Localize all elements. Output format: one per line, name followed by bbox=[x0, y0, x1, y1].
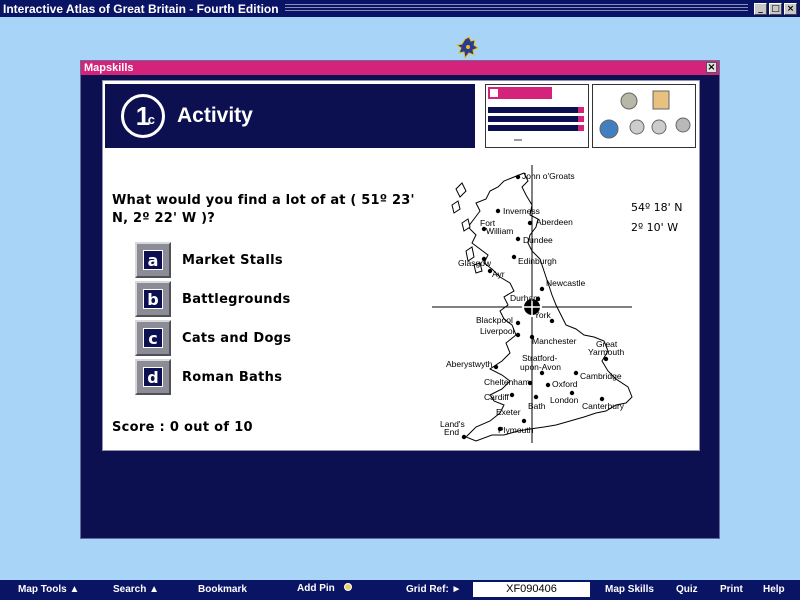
atlas-logo-icon bbox=[455, 36, 480, 60]
question-text: What would you find a lot of at ( 51º 23… bbox=[112, 193, 415, 226]
activity-badge-letter: c bbox=[147, 112, 155, 127]
answer-b-letter: b bbox=[143, 289, 163, 309]
answer-b-label: Battlegrounds bbox=[182, 291, 291, 307]
britain-map[interactable]: John o'Groats Inverness Aberdeen Fort Wi… bbox=[432, 165, 698, 450]
add-pin-label: Add Pin bbox=[297, 583, 335, 594]
label-durham: Durham bbox=[510, 293, 540, 303]
answer-d-key[interactable]: d bbox=[135, 359, 171, 395]
mapskills-title-bar: Mapskills × bbox=[81, 61, 719, 75]
label-cambridge: Cambridge bbox=[580, 371, 622, 381]
label-aberystwyth: Aberystwyth bbox=[446, 359, 493, 369]
answer-b-button[interactable]: b Battlegrounds bbox=[135, 281, 425, 317]
label-plymouth: Plymouth bbox=[498, 425, 534, 435]
label-york: York bbox=[534, 310, 551, 320]
label-cheltenham: Cheltenham bbox=[484, 377, 530, 387]
label-oxford: Oxford bbox=[552, 379, 578, 389]
close-button[interactable]: × bbox=[784, 2, 797, 15]
label-bath: Bath bbox=[528, 401, 546, 411]
help-button[interactable]: Help bbox=[763, 584, 785, 595]
pin-icon bbox=[343, 583, 352, 591]
answer-d-letter: d bbox=[143, 367, 163, 387]
answer-c-key[interactable]: c bbox=[135, 320, 171, 356]
label-john-o-groats: John o'Groats bbox=[522, 171, 575, 181]
grid-ref-field[interactable]: XF090406 bbox=[473, 582, 590, 597]
tools-thumbnail[interactable] bbox=[592, 84, 696, 148]
map-tools-menu[interactable]: Map Tools ▲ bbox=[18, 584, 79, 595]
label-exeter: Exeter bbox=[496, 407, 521, 417]
label-dundee: Dundee bbox=[523, 235, 553, 245]
window-controls: _ □ × bbox=[754, 2, 800, 15]
add-pin-button[interactable]: Add Pin bbox=[297, 583, 352, 594]
answer-d-label: Roman Baths bbox=[182, 369, 283, 385]
activity-banner: 1 c Activity bbox=[105, 84, 475, 148]
answer-d-button[interactable]: d Roman Baths bbox=[135, 359, 425, 395]
activity-badge: 1 c bbox=[121, 94, 165, 138]
label-end: End bbox=[444, 427, 459, 437]
answer-a-key[interactable]: a bbox=[135, 242, 171, 278]
label-blackpool: Blackpool bbox=[476, 315, 513, 325]
quiz-button[interactable]: Quiz bbox=[676, 584, 698, 595]
label-newcastle: Newcastle bbox=[546, 278, 585, 288]
menu-thumbnail-image bbox=[488, 87, 584, 141]
label-manchester: Manchester bbox=[532, 336, 577, 346]
menu-thumbnail[interactable] bbox=[485, 84, 589, 148]
mapskills-close-button[interactable]: × bbox=[706, 62, 717, 73]
label-ayr: Ayr bbox=[492, 269, 505, 279]
label-canterbury: Canterbury bbox=[582, 401, 625, 411]
map-skills-button[interactable]: Map Skills bbox=[605, 584, 654, 595]
search-menu[interactable]: Search ▲ bbox=[113, 584, 159, 595]
score-text: Score : 0 out of 10 bbox=[112, 420, 253, 435]
activity-title: Activity bbox=[177, 104, 253, 127]
label-yarmouth: Yarmouth bbox=[588, 347, 624, 357]
label-glasgow: Glasgow bbox=[458, 258, 492, 268]
title-bar-stripes bbox=[284, 4, 748, 13]
answer-a-button[interactable]: a Market Stalls bbox=[135, 242, 425, 278]
mapskills-title: Mapskills bbox=[84, 62, 134, 74]
answer-a-label: Market Stalls bbox=[182, 252, 283, 268]
minimize-button[interactable]: _ bbox=[754, 2, 767, 15]
answer-a-letter: a bbox=[143, 250, 163, 270]
label-edinburgh: Edinburgh bbox=[518, 256, 557, 266]
maximize-button[interactable]: □ bbox=[769, 2, 782, 15]
label-inverness: Inverness bbox=[503, 206, 540, 216]
app-title: Interactive Atlas of Great Britain - Fou… bbox=[3, 1, 279, 16]
label-london: London bbox=[550, 395, 579, 405]
answer-c-letter: c bbox=[143, 328, 163, 348]
app-title-bar: Interactive Atlas of Great Britain - Fou… bbox=[0, 0, 800, 17]
answer-c-label: Cats and Dogs bbox=[182, 330, 292, 346]
label-cardiff: Cardiff bbox=[484, 392, 510, 402]
answer-c-button[interactable]: c Cats and Dogs bbox=[135, 320, 425, 356]
grid-ref-label: Grid Ref: ► bbox=[406, 584, 462, 595]
answer-b-key[interactable]: b bbox=[135, 281, 171, 317]
bookmark-button[interactable]: Bookmark bbox=[198, 584, 247, 595]
label-upon-avon: upon-Avon bbox=[520, 362, 561, 372]
bottom-toolbar: Map Tools ▲ Search ▲ Bookmark Add Pin Gr… bbox=[0, 580, 800, 600]
tools-thumbnail-image bbox=[599, 90, 691, 139]
print-button[interactable]: Print bbox=[720, 584, 743, 595]
label-william: William bbox=[486, 226, 513, 236]
label-aberdeen: Aberdeen bbox=[536, 217, 573, 227]
label-liverpool: Liverpool bbox=[480, 326, 515, 336]
